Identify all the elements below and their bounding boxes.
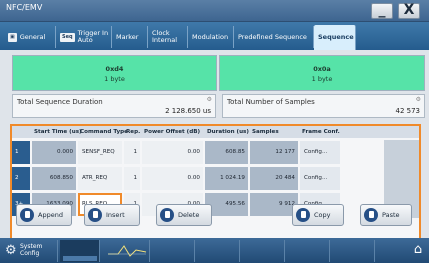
duration-cell: 1 024.19 bbox=[205, 167, 248, 190]
table-row[interactable]: 1 0.000 SENSF_REQ 1 0.00 608.85 12 177 C… bbox=[12, 140, 419, 165]
tab-general-label: General bbox=[19, 32, 46, 41]
table-row[interactable]: 2 608.850 ATR_REQ 1 0.00 1 024.19 20 484… bbox=[12, 166, 419, 191]
paste-label: Paste bbox=[382, 211, 400, 219]
segment-2-value: 0x0a bbox=[313, 65, 331, 73]
total-samples-field: Total Number of Samples ⚙ 42 573 bbox=[222, 94, 425, 118]
samples-cell: 20 484 bbox=[250, 167, 298, 190]
taskbar-slot-empty[interactable] bbox=[151, 240, 195, 262]
append-label: Append bbox=[38, 211, 63, 219]
paste-button[interactable]: Paste bbox=[360, 204, 412, 226]
total-duration-field: Total Sequence Duration ⚙ 2 128.650 us bbox=[12, 94, 216, 118]
settings-icon: ⚙ bbox=[206, 96, 212, 103]
close-button[interactable]: X bbox=[398, 3, 420, 19]
waveform-thumbnail[interactable] bbox=[104, 240, 150, 262]
power-offset-cell[interactable]: 0.00 bbox=[142, 167, 203, 190]
command-type-cell[interactable]: ATR_REQ bbox=[78, 167, 122, 190]
table-header: Start Time (us) Command Type Rep. Power … bbox=[12, 126, 419, 138]
copy-button[interactable]: Copy bbox=[292, 204, 344, 226]
sequence-badge-icon: Seq bbox=[60, 32, 75, 42]
header-samples: Samples bbox=[252, 129, 279, 135]
header-frame-conf: Frame Conf. bbox=[302, 129, 340, 135]
total-samples-value: 42 573 bbox=[395, 107, 421, 115]
home-icon[interactable]: ⌂ bbox=[410, 242, 426, 258]
segment-2-unit: 1 byte bbox=[311, 75, 333, 83]
start-time-cell[interactable]: 608.850 bbox=[32, 167, 76, 190]
gear-icon: ⚙ bbox=[5, 243, 17, 258]
append-button[interactable]: Append bbox=[16, 204, 72, 226]
tab-modulation[interactable]: Modulation bbox=[188, 26, 234, 48]
copy-label: Copy bbox=[314, 211, 331, 219]
insert-button[interactable]: Insert bbox=[84, 204, 140, 226]
duration-cell: 608.85 bbox=[205, 141, 248, 164]
thumbnail-bar bbox=[63, 256, 97, 261]
copy-icon bbox=[296, 208, 310, 222]
taskbar-slot-empty[interactable] bbox=[196, 240, 240, 262]
tab-predefined-sequence[interactable]: Predefined Sequence bbox=[234, 26, 314, 48]
insert-label: Insert bbox=[106, 211, 125, 219]
total-duration-value: 2 128.650 us bbox=[165, 107, 211, 115]
tab-sequence[interactable]: Sequence bbox=[314, 25, 356, 50]
delete-label: Delete bbox=[178, 211, 200, 219]
tab-trigger[interactable]: Seq Trigger In Auto bbox=[56, 26, 112, 48]
rep-cell[interactable]: 1 bbox=[124, 141, 140, 164]
tab-trigger-label: Trigger In Auto bbox=[77, 29, 109, 44]
row-index: 1 bbox=[12, 141, 30, 164]
taskbar: ⚙ System Config ⌂ bbox=[0, 238, 429, 263]
tab-predefined-sequence-label: Predefined Sequence bbox=[238, 32, 307, 41]
tab-general[interactable]: ▣ General bbox=[4, 26, 56, 48]
segment-1-value: 0xd4 bbox=[105, 65, 124, 73]
append-icon bbox=[20, 208, 34, 222]
frame-config-button[interactable]: Config... bbox=[300, 167, 340, 190]
tab-clock[interactable]: Clock Internal bbox=[148, 26, 188, 48]
tab-bar: ▣ General Seq Trigger In Auto Marker Clo… bbox=[0, 22, 429, 50]
settings-icon: ⚙ bbox=[415, 96, 421, 103]
tab-sequence-label: Sequence bbox=[318, 33, 354, 41]
title-bar: NFC/EMV _ X bbox=[0, 0, 429, 22]
action-bar: Append Insert Delete Copy Paste bbox=[6, 204, 425, 230]
header-rep: Rep. bbox=[126, 129, 141, 135]
tab-clock-label: Clock Internal bbox=[152, 29, 178, 44]
start-time-cell[interactable]: 0.000 bbox=[32, 141, 76, 164]
system-config-button[interactable]: ⚙ System Config bbox=[2, 240, 58, 262]
delete-icon bbox=[160, 208, 174, 222]
signal-thumbnail[interactable] bbox=[60, 240, 100, 262]
window-title: NFC/EMV bbox=[6, 3, 43, 12]
tab-marker-label: Marker bbox=[116, 32, 139, 41]
header-command-type: Command Type bbox=[80, 129, 128, 135]
tab-marker[interactable]: Marker bbox=[112, 26, 148, 48]
power-offset-cell[interactable]: 0.00 bbox=[142, 141, 203, 164]
taskbar-slot-empty[interactable] bbox=[241, 240, 285, 262]
rep-cell[interactable]: 1 bbox=[124, 167, 140, 190]
delete-button[interactable]: Delete bbox=[156, 204, 212, 226]
segment-block-2[interactable]: 0x0a 1 byte bbox=[219, 55, 425, 91]
header-start-time: Start Time (us) bbox=[34, 129, 82, 135]
segment-block-1[interactable]: 0xd4 1 byte bbox=[12, 55, 217, 91]
insert-icon bbox=[88, 208, 102, 222]
header-power-offset: Power Offset (dB) bbox=[144, 129, 201, 135]
frame-config-button[interactable]: Config... bbox=[300, 141, 340, 164]
system-config-label: System Config bbox=[20, 243, 43, 257]
tab-modulation-label: Modulation bbox=[192, 32, 229, 41]
command-type-cell[interactable]: SENSF_REQ bbox=[78, 141, 122, 164]
total-duration-label: Total Sequence Duration bbox=[17, 98, 103, 106]
gear-icon: ▣ bbox=[8, 32, 17, 42]
taskbar-slot-empty[interactable] bbox=[286, 240, 330, 262]
row-index: 2 bbox=[12, 167, 30, 190]
samples-cell: 12 177 bbox=[250, 141, 298, 164]
paste-icon bbox=[364, 208, 378, 222]
waveform-icon bbox=[108, 245, 147, 257]
header-duration: Duration (us) bbox=[207, 129, 249, 135]
taskbar-slot-empty[interactable] bbox=[331, 240, 375, 262]
sequence-panel: 0xd4 1 byte 0x0a 1 byte Total Sequence D… bbox=[4, 52, 425, 243]
minimize-button[interactable]: _ bbox=[371, 3, 393, 19]
segment-1-unit: 1 byte bbox=[104, 75, 125, 83]
total-samples-label: Total Number of Samples bbox=[227, 98, 315, 106]
